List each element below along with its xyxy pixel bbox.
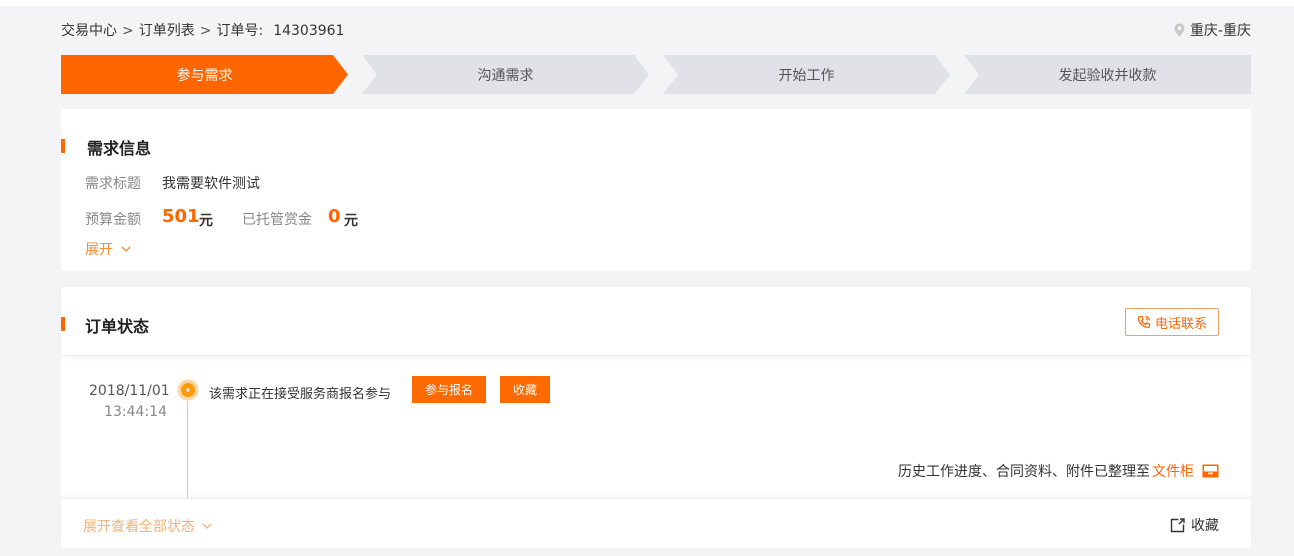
collect-button[interactable]: 收藏 <box>1170 515 1219 535</box>
history-notice: 历史工作进度、合同资料、附件已整理至 文件柜 <box>898 461 1219 481</box>
budget-label: 预算金额 <box>85 212 141 228</box>
breadcrumb-order-label: 订单号: <box>216 23 264 39</box>
step-accept-payment: 发起验收并收款 <box>964 55 1251 94</box>
timeline-date: 2018/11/01 <box>89 383 170 399</box>
budget-unit: 元 <box>199 213 213 229</box>
chevron-down-icon <box>121 246 131 252</box>
escrow-unit: 元 <box>344 213 358 229</box>
step-label: 开始工作 <box>778 67 835 84</box>
bookmark-icon <box>1170 517 1185 532</box>
order-status-card: 订单状态 电话联系 2018/11/01 13:44:14 该需求正在接受服务商… <box>61 287 1251 548</box>
file-cabinet-link[interactable]: 文件柜 <box>1152 461 1194 481</box>
expand-label: 展开 <box>85 242 113 258</box>
phone-contact-button[interactable]: 电话联系 <box>1125 308 1219 336</box>
demand-info-card: 需求信息 需求标题 我需要软件测试 预算金额 501 元 已托管赏金 0 元 展… <box>61 109 1251 271</box>
order-status-footer: 展开查看全部状态 收藏 <box>61 498 1251 548</box>
breadcrumb-item-order-list[interactable]: 订单列表 <box>139 23 195 39</box>
subject-value: 我需要软件测试 <box>162 176 260 192</box>
escrow-label: 已托管赏金 <box>242 212 312 228</box>
expand-all-label: 展开查看全部状态 <box>83 519 195 535</box>
budget-amount: 501 <box>162 206 200 227</box>
subject-label: 需求标题 <box>85 176 141 192</box>
demand-section-title: 需求信息 <box>87 139 152 158</box>
order-section-title: 订单状态 <box>85 317 150 336</box>
timeline-status-text: 该需求正在接受服务商报名参与 <box>209 387 392 402</box>
breadcrumb-separator: > <box>122 23 134 39</box>
phone-icon <box>1137 315 1151 329</box>
step-communicate: 沟通需求 <box>362 55 649 94</box>
section-marker <box>61 317 65 331</box>
file-cabinet-icon[interactable] <box>1202 464 1219 478</box>
timeline-line <box>187 401 188 498</box>
step-start-work: 开始工作 <box>663 55 950 94</box>
phone-contact-label: 电话联系 <box>1154 316 1207 332</box>
join-signup-button[interactable]: 参与报名 <box>412 376 486 403</box>
top-strip <box>0 0 1294 6</box>
expand-all-status-button[interactable]: 展开查看全部状态 <box>83 516 212 536</box>
chevron-down-icon <box>202 523 212 529</box>
breadcrumb-separator: > <box>199 23 212 39</box>
collect-label: 收藏 <box>1191 518 1219 534</box>
favorite-button[interactable]: 收藏 <box>500 376 550 403</box>
escrow-amount: 0 <box>328 206 341 227</box>
step-label: 沟通需求 <box>477 67 534 84</box>
location-pin-icon <box>1174 23 1185 37</box>
section-marker <box>61 139 65 153</box>
step-join-demand: 参与需求 <box>61 55 348 94</box>
history-text: 历史工作进度、合同资料、附件已整理至 <box>898 464 1150 480</box>
timeline-time: 13:44:14 <box>104 404 167 420</box>
expand-demand-button[interactable]: 展开 <box>85 239 131 259</box>
breadcrumb-item-trade-center[interactable]: 交易中心 <box>61 23 117 39</box>
location: 重庆-重庆 <box>1174 20 1251 40</box>
breadcrumb-order-number: 14303961 <box>273 23 345 39</box>
order-status-header: 订单状态 电话联系 <box>61 287 1251 356</box>
progress-steps: 参与需求 沟通需求 开始工作 发起验收并收款 <box>61 55 1251 94</box>
breadcrumb: 交易中心 > 订单列表 > 订单号: 14303961 <box>61 20 348 40</box>
step-label: 发起验收并收款 <box>1058 67 1157 84</box>
timeline-dot-icon <box>177 379 199 401</box>
location-text: 重庆-重庆 <box>1189 23 1251 39</box>
step-label: 参与需求 <box>176 67 233 84</box>
